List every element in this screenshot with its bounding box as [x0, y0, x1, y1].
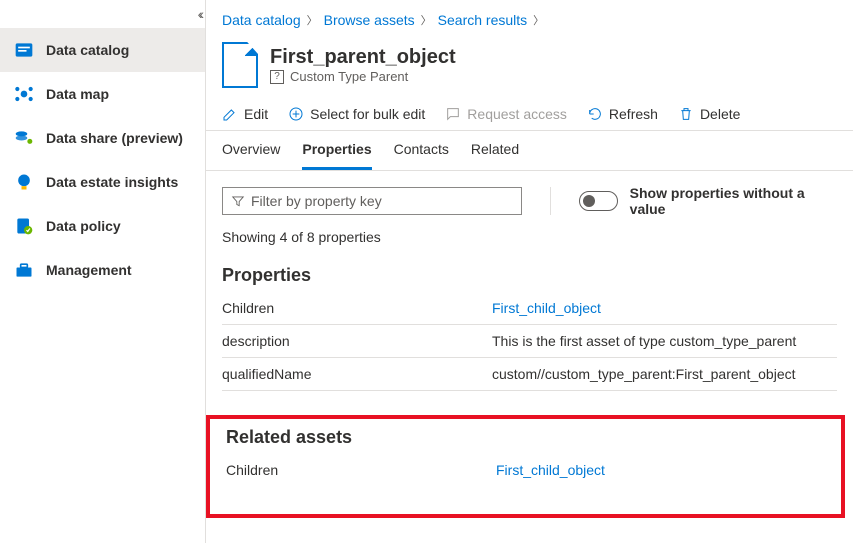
property-key: Children [222, 300, 492, 316]
page-subtitle: Custom Type Parent [290, 69, 408, 84]
show-empty-toggle[interactable] [579, 191, 618, 211]
sidebar-item-label: Data catalog [46, 42, 129, 58]
breadcrumb-link[interactable]: Browse assets [324, 12, 415, 28]
filter-input[interactable]: Filter by property key [222, 187, 522, 215]
related-assets-heading: Related assets [210, 421, 841, 454]
sidebar-item-label: Data share (preview) [46, 130, 183, 146]
sidebar-item-label: Data estate insights [46, 174, 178, 190]
policy-icon [14, 216, 34, 236]
property-row: Children First_child_object [222, 292, 837, 325]
sidebar: ‹‹ Data catalog Data map Data share (pre… [0, 0, 206, 543]
bulk-edit-button[interactable]: Select for bulk edit [288, 106, 425, 122]
highlight-annotation: Related assets Children First_child_obje… [206, 415, 845, 518]
edit-button[interactable]: Edit [222, 106, 268, 122]
tab-properties[interactable]: Properties [302, 141, 371, 170]
sidebar-item-data-catalog[interactable]: Data catalog [0, 28, 205, 72]
property-row: qualifiedName custom//custom_type_parent… [222, 358, 837, 391]
breadcrumb-link[interactable]: Search results [438, 12, 527, 28]
properties-table: Children First_child_object description … [222, 292, 837, 391]
tab-contacts[interactable]: Contacts [394, 141, 449, 170]
property-key: description [222, 333, 492, 349]
showing-count: Showing 4 of 8 properties [206, 225, 853, 259]
sidebar-item-label: Data policy [46, 218, 121, 234]
property-value: custom//custom_type_parent:First_parent_… [492, 366, 837, 382]
pencil-icon [222, 106, 238, 122]
plus-circle-icon [288, 106, 304, 122]
sidebar-item-data-estate-insights[interactable]: Data estate insights [0, 160, 205, 204]
map-icon [14, 84, 34, 104]
asset-header: First_parent_object ? Custom Type Parent [206, 36, 853, 98]
sidebar-item-label: Management [46, 262, 132, 278]
chevron-right-icon: 〉 [307, 12, 318, 28]
related-value-link[interactable]: First_child_object [496, 462, 825, 478]
document-icon [222, 42, 258, 88]
filter-placeholder: Filter by property key [251, 193, 382, 209]
chevron-right-icon: 〉 [533, 12, 544, 28]
related-row: Children First_child_object [226, 454, 825, 486]
collapse-sidebar-icon[interactable]: ‹‹ [198, 6, 201, 22]
property-row: description This is the first asset of t… [222, 325, 837, 358]
delete-button[interactable]: Delete [678, 106, 740, 122]
request-access-button: Request access [445, 106, 567, 122]
type-icon: ? [270, 70, 284, 84]
share-icon [14, 128, 34, 148]
toolbox-icon [14, 260, 34, 280]
trash-icon [678, 106, 694, 122]
sidebar-item-data-map[interactable]: Data map [0, 72, 205, 116]
tab-related[interactable]: Related [471, 141, 519, 170]
filter-icon [231, 194, 245, 208]
sidebar-item-management[interactable]: Management [0, 248, 205, 292]
chevron-right-icon: 〉 [421, 12, 432, 28]
tab-overview[interactable]: Overview [222, 141, 280, 170]
main-content: Data catalog 〉 Browse assets 〉 Search re… [206, 0, 853, 543]
divider [550, 187, 551, 215]
breadcrumb-link[interactable]: Data catalog [222, 12, 301, 28]
related-key: Children [226, 462, 496, 478]
catalog-icon [14, 40, 34, 60]
refresh-button[interactable]: Refresh [587, 106, 658, 122]
toggle-label: Show properties without a value [630, 185, 837, 217]
property-key: qualifiedName [222, 366, 492, 382]
sidebar-item-data-policy[interactable]: Data policy [0, 204, 205, 248]
sidebar-item-data-share[interactable]: Data share (preview) [0, 116, 205, 160]
tabs: Overview Properties Contacts Related [206, 131, 853, 171]
sidebar-item-label: Data map [46, 86, 109, 102]
property-value: This is the first asset of type custom_t… [492, 333, 837, 349]
breadcrumb: Data catalog 〉 Browse assets 〉 Search re… [206, 8, 853, 36]
bulb-icon [14, 172, 34, 192]
toolbar: Edit Select for bulk edit Request access… [206, 98, 853, 131]
chat-icon [445, 106, 461, 122]
refresh-icon [587, 106, 603, 122]
property-value-link[interactable]: First_child_object [492, 300, 837, 316]
page-title: First_parent_object [270, 46, 456, 69]
properties-heading: Properties [206, 259, 853, 292]
